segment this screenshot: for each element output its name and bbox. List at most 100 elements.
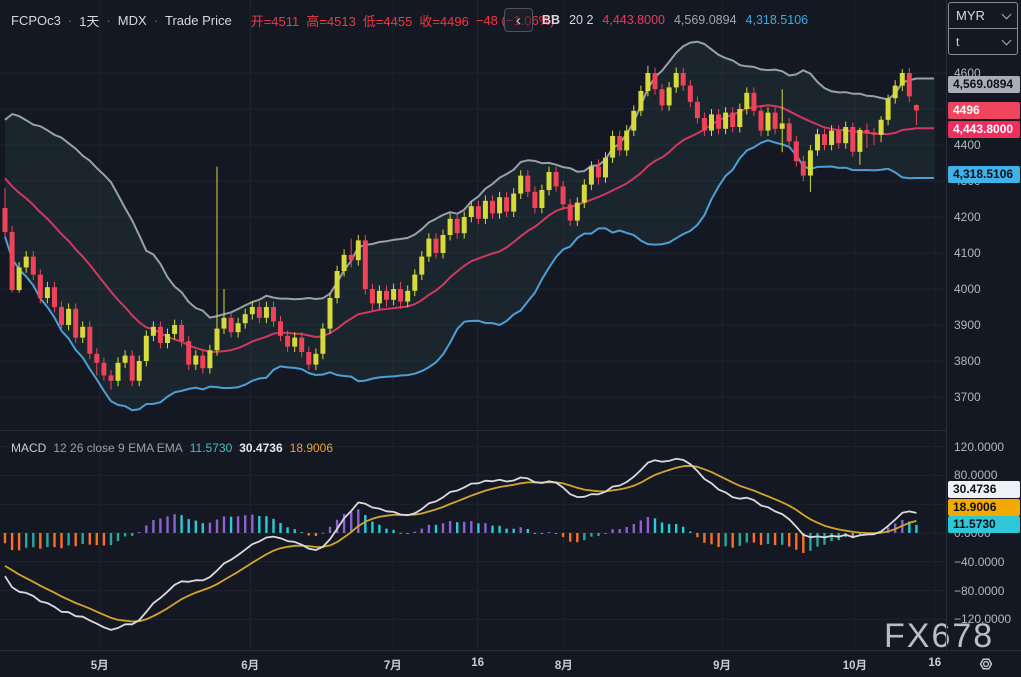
candle [660,89,665,105]
legend-separator: · [154,13,158,28]
candle [335,271,340,298]
candle [525,176,530,192]
macd-histogram-bar [513,529,515,533]
macd-histogram-bar [724,533,726,546]
candle [426,239,431,257]
macd-histogram-bar [604,533,606,534]
macd-histogram-bar [46,533,48,547]
candle [561,186,566,204]
candle [716,114,721,128]
candle [292,338,297,347]
macd-histogram-bar [308,533,310,536]
currency-dropdown[interactable]: MYR [949,3,1017,28]
candle [278,321,283,335]
macd-histogram-bar [138,532,140,533]
candle [412,275,417,291]
candle [836,131,841,144]
candle [434,239,439,253]
macd-histogram-bar [421,529,423,533]
macd-histogram-bar [82,533,84,544]
candle [751,93,756,111]
macd-histogram-bar [576,533,578,542]
macd-histogram-bar [555,533,557,534]
macd-line [5,459,916,630]
macd-histogram-bar [195,521,197,533]
macd-histogram-bar [11,533,13,550]
time-axis-label: 10月 [833,657,877,673]
chevron-down-icon [1002,35,1012,45]
macd-histogram-bar [18,533,20,550]
time-axis-label: 16 [913,657,957,669]
candle [87,327,92,354]
candle [667,87,672,105]
macd-histogram-bar [378,525,380,533]
macd-histogram-bar [32,533,34,547]
macd-histogram-bar [110,533,112,545]
candle [483,201,488,219]
macd-badge-signal: 18.9006 [948,499,1020,516]
macd-histogram-bar [788,533,790,547]
candle [730,113,735,127]
price-axis-label: 4100 [954,245,981,261]
macd-histogram-bar [696,533,698,537]
macd-histogram-bar [527,529,529,533]
macd-histogram-bar [470,521,472,533]
macd-histogram-bar [315,533,317,536]
macd-signal-value: 18.9006 [290,441,333,455]
time-axis-label: 9月 [700,657,744,673]
candle [193,356,198,365]
candle [3,208,8,232]
ohlc-high: 高=4513 [306,11,356,30]
macd-histogram-bar [477,523,479,533]
candle [222,318,227,329]
candle [511,194,516,212]
macd-histogram-bar [640,520,642,533]
price-axis[interactable]: 4600450044004300420041004000390038003700… [946,0,1021,650]
candle [31,257,36,275]
candle [582,185,587,203]
candle [610,136,615,158]
time-axis-label: 16 [456,657,500,669]
candle [518,176,523,194]
price-axis-label: 3900 [954,317,981,333]
candle [547,172,552,190]
candle [356,240,361,260]
ohlc-low: 低=4455 [363,11,413,30]
macd-histogram-bar [703,533,705,543]
candle [822,134,827,145]
candle [645,73,650,91]
candle [45,287,50,298]
macd-histogram-bar [569,533,571,542]
macd-histogram-bar [117,533,119,541]
candle [52,287,57,307]
candle [285,336,290,347]
collapse-legend-button[interactable]: ‹ [504,8,533,32]
candle [59,307,64,325]
time-axis[interactable]: 5月6月7月168月9月10月16 [0,650,1021,677]
candle [773,113,778,129]
macd-histogram-bar [124,533,126,537]
macd-histogram-bar [732,533,734,548]
price-axis-label: 4200 [954,209,981,225]
macd-histogram-bar [491,526,493,533]
macd-pane[interactable] [4,459,918,630]
macd-histogram-bar [265,516,267,533]
chart-canvas[interactable] [0,0,1021,677]
time-axis-label: 7月 [371,657,415,673]
macd-histogram-bar [364,515,366,533]
macd-line-value: 30.4736 [239,441,282,455]
price-pane[interactable] [3,42,935,411]
macd-histogram-bar [498,526,500,533]
bb-upper-value: 4,569.0894 [674,13,737,27]
candle [229,318,234,332]
macd-histogram-bar [294,529,296,533]
gear-icon[interactable] [974,652,998,676]
candle [624,131,629,151]
macd-histogram-bar [350,512,352,533]
candle [116,363,121,381]
candle [857,130,862,152]
price-axis-label: 4400 [954,137,981,153]
macd-hist-value: 11.5730 [190,441,233,455]
unit-dropdown[interactable]: t [949,28,1017,54]
macd-histogram-bar [830,533,832,541]
